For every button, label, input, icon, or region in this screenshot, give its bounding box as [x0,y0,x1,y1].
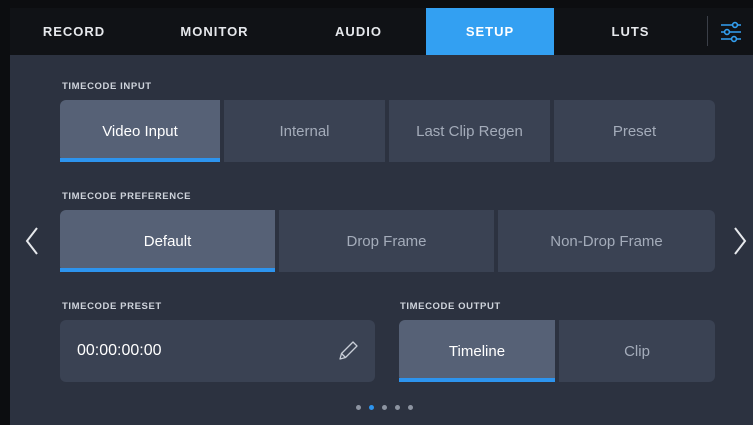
timecode-preset-label: TIMECODE PRESET [62,301,162,312]
menu-button[interactable] [708,8,753,55]
timecode-preset-value: 00:00:00:00 [77,342,162,359]
setup-screen: RECORD MONITOR AUDIO SETUP LUTS TIMECODE… [10,8,753,425]
page-indicator [356,405,421,410]
timecode-preference-selector: Default Drop Frame Non-Drop Frame [60,210,715,272]
option-label: Default [143,232,192,250]
timecode-preference-label: TIMECODE PREFERENCE [62,191,192,202]
chevron-right-icon[interactable] [732,226,748,256]
option-label: Video Input [102,122,178,140]
timecode-output-label: TIMECODE OUTPUT [400,301,501,312]
tab-setup[interactable]: SETUP [426,8,554,55]
option-label: Drop Frame [346,232,427,250]
timecode-input-label: TIMECODE INPUT [62,81,152,92]
timecode-output-selector: Timeline Clip [399,320,715,382]
option-drop-frame[interactable]: Drop Frame [279,210,494,272]
tab-record[interactable]: RECORD [10,8,138,55]
option-label: Timeline [448,342,506,360]
option-label: Non-Drop Frame [550,232,663,250]
selected-indicator [60,158,220,162]
timecode-input-selector: Video Input Internal Last Clip Regen Pre… [60,100,715,162]
option-timeline[interactable]: Timeline [399,320,555,382]
device-frame: RECORD MONITOR AUDIO SETUP LUTS TIMECODE… [0,0,753,425]
option-preset[interactable]: Preset [554,100,715,162]
option-video-input[interactable]: Video Input [60,100,220,162]
option-internal[interactable]: Internal [224,100,385,162]
option-label: Clip [624,342,650,360]
pencil-icon[interactable] [335,338,361,364]
sliders-icon [720,21,741,42]
selected-indicator [399,378,555,382]
option-label: Preset [612,122,657,140]
page-dot[interactable] [408,405,413,410]
option-default[interactable]: Default [60,210,275,272]
option-non-drop-frame[interactable]: Non-Drop Frame [498,210,715,272]
tab-audio[interactable]: AUDIO [291,8,426,55]
chevron-left-icon[interactable] [24,226,40,256]
tab-monitor[interactable]: MONITOR [138,8,291,55]
timecode-preset-field[interactable]: 00:00:00:00 [60,320,375,382]
page-dot[interactable] [382,405,387,410]
selected-indicator [60,268,275,272]
page-dot[interactable] [395,405,400,410]
tab-luts[interactable]: LUTS [554,8,707,55]
page-dot-current[interactable] [369,405,374,410]
page-dot[interactable] [356,405,361,410]
top-nav: RECORD MONITOR AUDIO SETUP LUTS [10,8,753,55]
option-label: Internal [279,122,330,140]
option-last-clip-regen[interactable]: Last Clip Regen [389,100,550,162]
option-label: Last Clip Regen [416,122,523,140]
option-clip[interactable]: Clip [559,320,715,382]
